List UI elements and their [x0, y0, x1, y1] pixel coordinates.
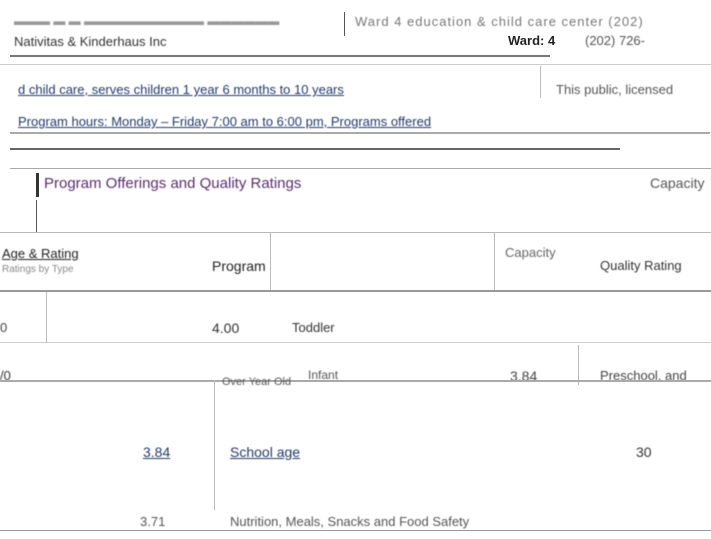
section-left-border [36, 200, 37, 232]
table-top-rule [0, 232, 711, 233]
section-right-label: Capacity [650, 175, 705, 191]
header-divider [344, 12, 345, 36]
row4-program[interactable]: School age [230, 444, 300, 460]
hours-link[interactable]: Program hours: Monday – Friday 7:00 am t… [18, 114, 431, 129]
desc-rule-2 [10, 148, 620, 150]
description-right: This public, licensed [556, 82, 674, 97]
row3-divider [214, 380, 215, 510]
row5-score: 3.71 [140, 514, 166, 529]
ward-label: Ward: 4 [508, 33, 556, 48]
row5-rule [0, 530, 711, 531]
col-divider-2 [494, 232, 495, 290]
description-line-1: d child care, serves children 1 year 6 m… [18, 82, 344, 97]
description-link[interactable]: d child care, serves children 1 year 6 m… [18, 82, 344, 97]
col-divider-1 [270, 232, 271, 290]
section-header: Program Offerings and Quality Ratings Ca… [10, 168, 711, 199]
row1-score: 4.00 [212, 320, 240, 336]
col-left-header: Age & Rating [2, 246, 79, 261]
header-rule [10, 55, 550, 57]
row-divider-left [46, 292, 47, 342]
row1-program: Toddler [292, 320, 335, 335]
header-top-right: Ward 4 education & child care center (20… [355, 14, 644, 29]
row2-divider [578, 345, 579, 385]
header-rule-2 [0, 64, 711, 65]
header-bottom-rule [0, 290, 711, 292]
row1-left: 0 [0, 320, 8, 335]
col-quality-header: Quality Rating [600, 258, 682, 273]
desc-divider [540, 66, 541, 98]
org-name: Nativitas & Kinderhaus Inc [14, 34, 167, 49]
phone-snippet: (202) 726- [585, 33, 645, 48]
row4-capacity: 30 [636, 444, 652, 460]
description-line-2: Program hours: Monday – Friday 7:00 am t… [18, 114, 431, 129]
section-marker [36, 173, 39, 197]
row4-score[interactable]: 3.84 [143, 444, 170, 460]
row3-rule [0, 380, 711, 382]
col-capacity-header: Capacity [505, 245, 556, 260]
row5-program: Nutrition, Meals, Snacks and Food Safety [230, 514, 470, 529]
col-left-sub: Ratings by Type [2, 264, 74, 275]
desc-rule [10, 132, 710, 134]
header-top-left: ▬▬▬ ▬ ▬ ▬▬▬▬▬▬▬▬▬▬ ▬▬▬▬▬▬ [14, 14, 280, 28]
row3-program: Over Year Old [222, 376, 292, 388]
section-title: Program Offerings and Quality Ratings [44, 175, 302, 192]
col-program-header: Program [212, 258, 266, 274]
row1-rule [0, 342, 711, 343]
